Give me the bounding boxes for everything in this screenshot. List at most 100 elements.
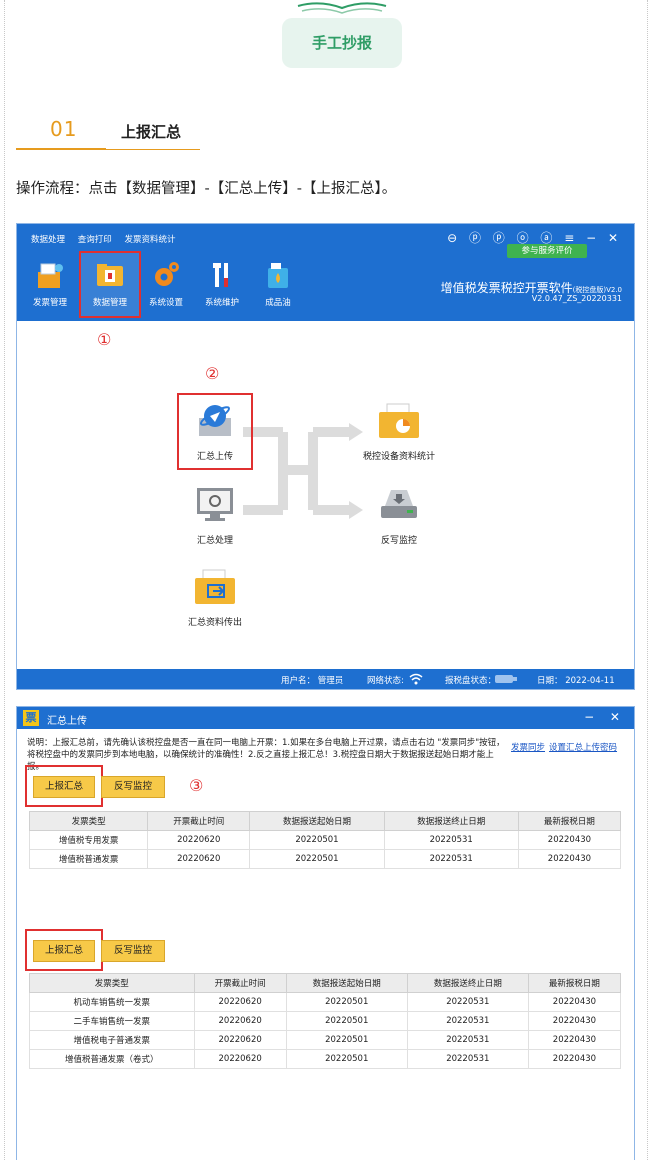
func-writeback-monitor[interactable]: 反写监控: [367, 486, 431, 546]
cell: 增值税普通发票: [28, 849, 149, 869]
toolbar-label: 数据管理: [92, 298, 127, 308]
toolbar-data-management[interactable]: 数据管理: [87, 260, 133, 308]
header-badge: 手工抄报: [282, 0, 402, 70]
menu-item-query-print[interactable]: 查询打印: [78, 235, 112, 245]
dialog-links: 发票同步 设置汇总上传密码: [511, 741, 621, 753]
wrench-icon: [213, 263, 228, 287]
menu-item-data-process[interactable]: 数据处理: [31, 235, 65, 245]
globe-upload-icon: [199, 405, 231, 436]
cell: 20220531: [383, 830, 519, 850]
section-title: 上报汇总: [121, 123, 182, 141]
col-report-start: 数据报送起始日期: [249, 811, 385, 831]
cell: 20220501: [249, 849, 385, 869]
dialog-window-controls[interactable]: − ✕: [584, 710, 626, 724]
monitor-icon: [197, 488, 233, 521]
col-invoice-type: 发票类型: [28, 811, 149, 831]
table-row[interactable]: 增值税普通发票 20220620 20220501 20220531 20220…: [28, 849, 622, 869]
invoice-table-2: 发票类型 开票截止时间 数据报送起始日期 数据报送终止日期 最新报税日期 机动车…: [29, 973, 622, 1069]
cell: 20220620: [193, 1049, 287, 1069]
app-top-bar: 数据处理 查询打印 发票资料统计 ⊖ ⓟ ⓟ ⓞ ⓐ ≡ − ✕ 参与服务评价 …: [17, 224, 634, 321]
badge-label: 手工抄报: [282, 18, 402, 68]
folder-export-icon: [195, 569, 235, 604]
writeback-monitor-button[interactable]: 反写监控: [101, 776, 165, 798]
func-device-statistics[interactable]: 税控设备资料统计: [363, 402, 435, 462]
status-disk: 报税盘状态：: [445, 676, 497, 686]
func-label: 反写监控: [380, 536, 417, 546]
report-summary-button-2[interactable]: 上报汇总: [33, 940, 95, 962]
toolbar-refined-oil[interactable]: 成品油: [255, 260, 301, 308]
invoice-management-icon: [38, 263, 63, 288]
cell: 20220531: [383, 849, 519, 869]
toolbar-system-maintenance[interactable]: 系统维护: [199, 260, 245, 308]
cell: 增值税普通发票（卷式）: [29, 1049, 195, 1069]
func-label: 汇总处理: [196, 536, 233, 546]
toolbar-system-settings[interactable]: 系统设置: [143, 260, 189, 308]
usb-disk-icon: [495, 675, 517, 683]
section-underline-thin: [106, 149, 200, 150]
cell: 20220501: [285, 1049, 408, 1069]
table-row[interactable]: 增值税电子普通发票 20220620 20220501 20220531 202…: [29, 1030, 622, 1050]
cell: 增值税电子普通发票: [29, 1030, 195, 1050]
cell: 机动车销售统一发票: [29, 992, 195, 1012]
wifi-icon: [409, 673, 423, 685]
table-header-row: 发票类型 开票截止时间 数据报送起始日期 数据报送终止日期 最新报税日期: [28, 811, 622, 831]
col-issue-deadline: 开票截止时间: [147, 811, 251, 831]
oil-can-icon: [268, 263, 288, 288]
cell: 20220430: [517, 849, 622, 869]
table-row[interactable]: 增值税专用发票 20220620 20220501 20220531 20220…: [28, 830, 622, 850]
menu-item-invoice-stats[interactable]: 发票资料统计: [124, 235, 175, 245]
data-management-icon: [97, 264, 123, 286]
toolbar-label: 系统设置: [148, 298, 183, 308]
col-latest-tax-date: 最新报税日期: [517, 811, 622, 831]
book-icon: [297, 2, 387, 14]
cell: 20220430: [517, 830, 622, 850]
col-report-end: 数据报送终止日期: [383, 811, 519, 831]
cell: 二手车销售统一发票: [29, 1011, 195, 1031]
col-invoice-type: 发票类型: [29, 973, 195, 993]
status-network: 网络状态:: [367, 676, 404, 686]
cell: 20220620: [193, 1030, 287, 1050]
table-row[interactable]: 机动车销售统一发票 20220620 20220501 20220531 202…: [29, 992, 622, 1012]
cell: 20220620: [193, 992, 287, 1012]
step-mark-1: ①: [97, 330, 112, 349]
toolbar-invoice-management[interactable]: 发票管理: [27, 260, 73, 308]
app-title-main: 增值税发票税控开票软件: [440, 281, 573, 295]
step-mark-2: ②: [205, 364, 220, 383]
cell: 20220501: [285, 1011, 408, 1031]
table-row[interactable]: 二手车销售统一发票 20220620 20220501 20220531 202…: [29, 1011, 622, 1031]
screenshot-summary-upload-window: 票 汇总上传 − ✕ 说明：上报汇总前，请先确认该税控盘是否一直在同一电脑上开票…: [16, 706, 635, 1160]
app-version: V2.0.47_ZS_20220331: [531, 294, 622, 303]
left-dotted-border: [4, 0, 5, 1160]
cell: 20220430: [527, 1011, 622, 1031]
dialog-title: 汇总上传: [47, 716, 87, 727]
cell: 20220531: [406, 1030, 529, 1050]
report-summary-button[interactable]: 上报汇总: [33, 776, 95, 798]
toolbar-label: 成品油: [265, 298, 291, 308]
flow-connector-arrows: [243, 423, 363, 519]
writeback-monitor-button-2[interactable]: 反写监控: [101, 940, 165, 962]
app-title-edition: (税控盘版)V2.0: [572, 286, 622, 294]
disk-drive-icon: [381, 490, 417, 518]
table-row[interactable]: 增值税普通发票（卷式） 20220620 20220501 20220531 2…: [29, 1049, 622, 1069]
section-underline-thick: [16, 148, 106, 150]
set-upload-password-link[interactable]: 设置汇总上传密码: [549, 743, 617, 753]
invoice-sync-link[interactable]: 发票同步: [511, 743, 545, 753]
flow-text: 操作流程：点击【数据管理】-【汇总上传】-【上报汇总】。: [16, 181, 397, 197]
dialog-title-bar: 票 汇总上传 − ✕: [17, 707, 634, 729]
cell: 增值税专用发票: [28, 830, 149, 850]
func-summary-export[interactable]: 汇总资料传出: [177, 568, 253, 628]
cell: 20220501: [285, 992, 408, 1012]
cell: 20220430: [527, 992, 622, 1012]
cell: 20220531: [406, 1049, 529, 1069]
cell: 20220501: [285, 1030, 408, 1050]
ticket-logo-icon: 票: [23, 710, 39, 726]
table-header-row: 发票类型 开票截止时间 数据报送起始日期 数据报送终止日期 最新报税日期: [29, 973, 622, 993]
func-summary-process[interactable]: 汇总处理: [183, 486, 247, 546]
cell: 20220531: [406, 1011, 529, 1031]
cell: 20220501: [249, 830, 385, 850]
invoice-table-1: 发票类型 开票截止时间 数据报送起始日期 数据报送终止日期 最新报税日期 增值税…: [28, 811, 622, 869]
service-rating-button[interactable]: 参与服务评价: [507, 244, 587, 258]
cell: 20220620: [147, 849, 251, 869]
func-summary-upload[interactable]: 汇总上传: [183, 402, 247, 462]
func-label: 税控设备资料统计: [363, 452, 436, 462]
